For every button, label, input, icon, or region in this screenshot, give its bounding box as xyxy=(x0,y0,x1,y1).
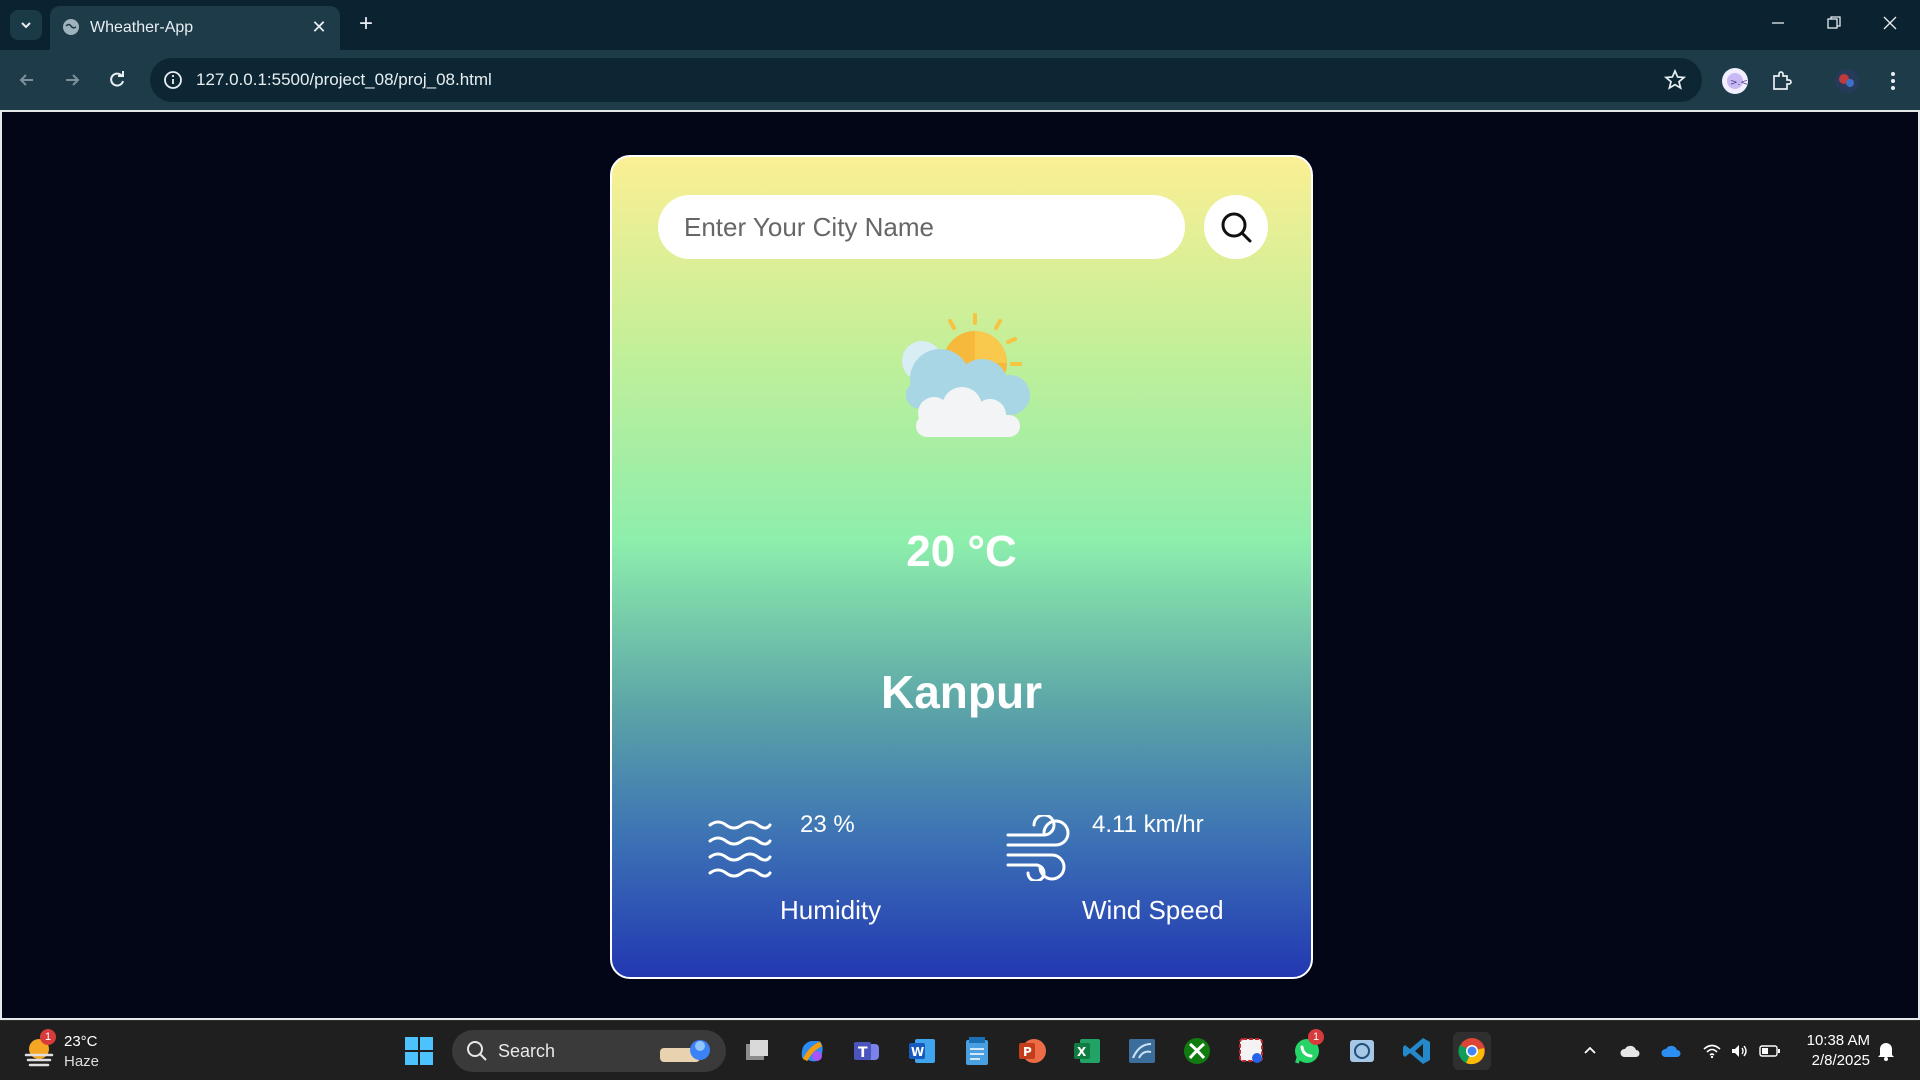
taskbar-search-icon xyxy=(467,1041,487,1061)
taskbar-temperature: 23°C xyxy=(64,1033,98,1050)
globe-icon xyxy=(62,18,80,36)
taskbar-weather-widget[interactable]: 1 23°C Haze xyxy=(20,1029,130,1073)
snipping-tool-icon[interactable] xyxy=(1233,1032,1271,1070)
browser-tab-bar: Wheather-App ✕ + xyxy=(0,0,1920,50)
search-highlight-icon xyxy=(660,1040,710,1062)
show-hidden-icons-chevron[interactable] xyxy=(1578,1039,1602,1063)
svg-text:X: X xyxy=(1077,1045,1087,1059)
svg-text:P: P xyxy=(1023,1045,1032,1059)
teams-icon[interactable]: T xyxy=(848,1032,886,1070)
weather-card: 20 °C Kanpur 23 % Humidity 4.11 km/hr Wi… xyxy=(610,155,1313,979)
windows-taskbar: 1 23°C Haze Search T W P X 1 10:38 AM 2/… xyxy=(0,1020,1920,1080)
excel-icon[interactable]: X xyxy=(1068,1032,1106,1070)
back-icon[interactable] xyxy=(12,65,42,95)
close-tab-icon[interactable]: ✕ xyxy=(308,16,330,38)
battery-icon[interactable] xyxy=(1758,1039,1782,1063)
onedrive-business-icon[interactable] xyxy=(1659,1039,1683,1063)
humidity-label: Humidity xyxy=(780,895,882,925)
taskbar-search-label: Search xyxy=(498,1041,556,1061)
reload-icon[interactable] xyxy=(102,65,132,95)
close-window-icon[interactable] xyxy=(1870,8,1910,38)
task-view-icon[interactable] xyxy=(738,1032,776,1070)
tab-title: Wheather-App xyxy=(90,19,194,36)
search-icon xyxy=(1221,212,1252,243)
svg-text:>.<: >.< xyxy=(1730,78,1748,88)
temperature: 20 °C xyxy=(906,527,1017,576)
weather-notification-badge: 1 xyxy=(40,1029,56,1045)
partly-cloudy-sun-icon xyxy=(902,313,1030,437)
wind-icon xyxy=(1006,815,1070,881)
extensions-puzzle-icon[interactable] xyxy=(1766,66,1796,96)
powerpoint-icon[interactable]: P xyxy=(1013,1032,1051,1070)
city-search-input[interactable] xyxy=(658,195,1185,259)
search-button[interactable] xyxy=(1204,195,1268,259)
volume-icon[interactable] xyxy=(1728,1039,1752,1063)
city-name: Kanpur xyxy=(881,666,1042,718)
forward-icon[interactable] xyxy=(57,65,87,95)
browser-toolbar: 127.0.0.1:5500/project_08/proj_08.html >… xyxy=(0,50,1920,110)
browser-tab[interactable]: Wheather-App ✕ xyxy=(50,6,340,50)
photos-app-icon[interactable] xyxy=(1343,1032,1381,1070)
whatsapp-notification-badge: 1 xyxy=(1308,1029,1324,1045)
address-bar[interactable]: 127.0.0.1:5500/project_08/proj_08.html xyxy=(150,58,1702,102)
bookmark-star-icon[interactable] xyxy=(1663,68,1687,91)
svg-text:W: W xyxy=(911,1045,924,1059)
new-tab-button[interactable]: + xyxy=(352,10,380,38)
vscode-icon[interactable] xyxy=(1398,1032,1436,1070)
word-icon[interactable]: W xyxy=(903,1032,941,1070)
restore-icon[interactable] xyxy=(1814,8,1854,38)
minimize-icon[interactable] xyxy=(1758,8,1798,38)
sql-workbench-icon[interactable] xyxy=(1123,1032,1161,1070)
tab-search-dropdown-icon[interactable] xyxy=(10,10,42,40)
wifi-icon[interactable] xyxy=(1700,1039,1724,1063)
chrome-icon[interactable] xyxy=(1453,1032,1491,1070)
notification-bell-icon[interactable] xyxy=(1874,1039,1898,1063)
windows-start-icon[interactable] xyxy=(400,1032,438,1070)
taskbar-search-box[interactable]: Search xyxy=(452,1030,726,1072)
site-info-icon[interactable] xyxy=(162,69,184,91)
clock-time: 10:38 AM xyxy=(1806,1032,1870,1049)
wind-speed-value: 4.11 km/hr xyxy=(1092,811,1204,838)
page-viewport: 20 °C Kanpur 23 % Humidity 4.11 km/hr Wi… xyxy=(0,110,1920,1020)
profile-avatar-icon[interactable] xyxy=(1832,66,1862,96)
wind-speed-label: Wind Speed xyxy=(1082,895,1224,925)
xbox-icon[interactable] xyxy=(1178,1032,1216,1070)
svg-text:T: T xyxy=(858,1045,868,1061)
copilot-icon[interactable] xyxy=(793,1032,831,1070)
clock-date: 2/8/2025 xyxy=(1811,1052,1870,1069)
humidity-value: 23 % xyxy=(800,811,855,838)
taskbar-weather-condition: Haze xyxy=(64,1053,100,1070)
taskbar-clock[interactable]: 10:38 AM 2/8/2025 xyxy=(1792,1031,1870,1071)
humidity-waves-icon xyxy=(708,820,772,878)
profile-extension-icon[interactable]: >.< xyxy=(1720,66,1750,96)
url-text: 127.0.0.1:5500/project_08/proj_08.html xyxy=(196,70,492,89)
onedrive-personal-icon[interactable] xyxy=(1618,1039,1642,1063)
browser-menu-icon[interactable] xyxy=(1878,66,1908,96)
notepad-icon[interactable] xyxy=(958,1032,996,1070)
